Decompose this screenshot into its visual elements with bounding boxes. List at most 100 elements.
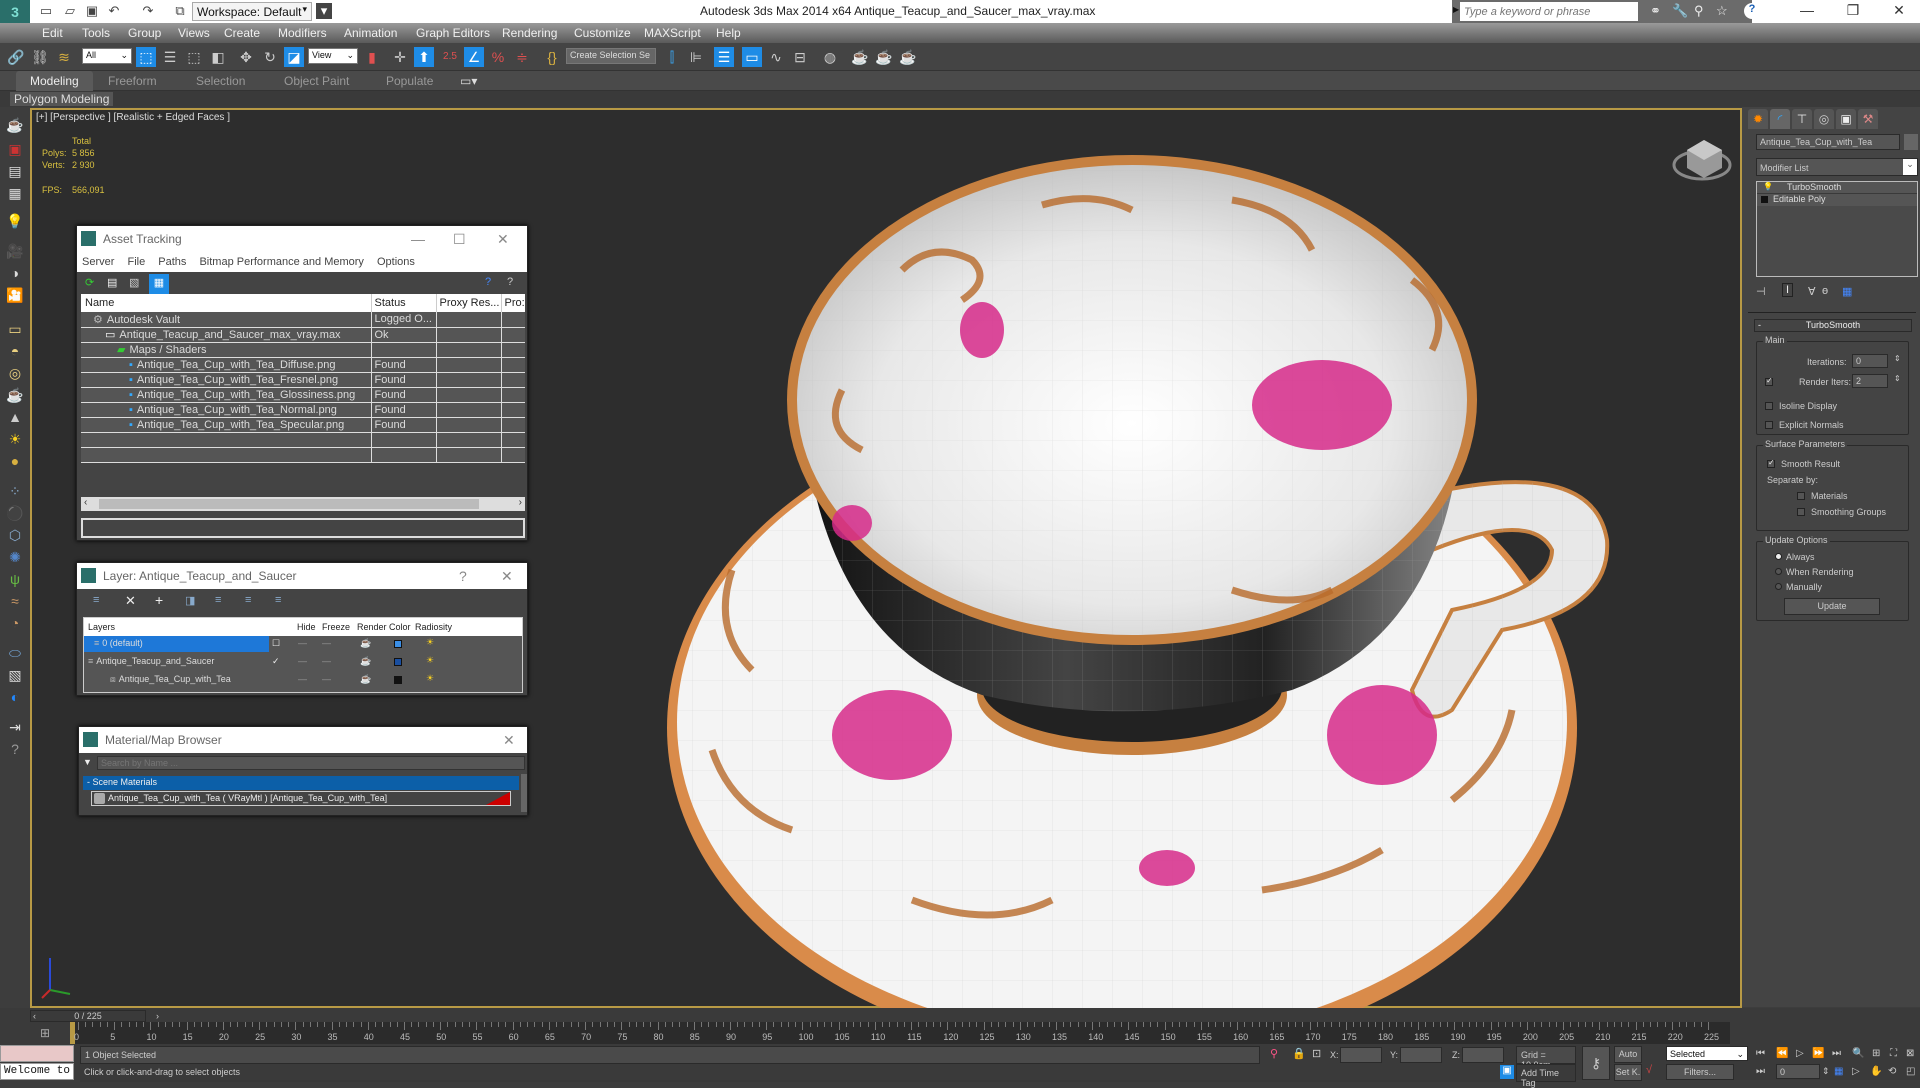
go-to-start-icon[interactable]: ⏮ xyxy=(1756,1048,1765,1059)
col-freeze[interactable]: Freeze xyxy=(322,622,350,632)
layer-color-swatch[interactable] xyxy=(394,676,402,684)
binoculars-icon[interactable]: ⚭ xyxy=(1650,3,1661,19)
scene-materials-group[interactable]: - Scene Materials xyxy=(83,776,519,790)
satellite-icon[interactable]: ⚲ xyxy=(1694,3,1704,19)
hide-toggle[interactable]: — xyxy=(298,638,307,648)
object-color-swatch[interactable] xyxy=(1904,134,1918,150)
motion-tab-icon[interactable]: ◎ xyxy=(1814,109,1834,129)
image-icon[interactable]: ▧ xyxy=(5,665,25,685)
ribbon-tab-populate[interactable]: Populate xyxy=(386,74,433,88)
rendered-frame-window-icon[interactable]: ☕ xyxy=(874,47,894,67)
hide-all-icon[interactable]: ≡ xyxy=(245,594,251,606)
make-unique-icon[interactable]: ∀ xyxy=(1808,285,1816,298)
time-ruler[interactable]: 0 5 10 15 20 25 30 35 40 45 50 55 60 65 70 75 80 85 90 95 10… xyxy=(70,1022,1730,1044)
radiosity-icon[interactable]: ☀ xyxy=(426,673,434,684)
thumbnail-view-icon[interactable]: ▧ xyxy=(129,276,139,289)
modifier-list-dropdown[interactable]: Modifier List ⌄ xyxy=(1756,158,1918,176)
selection-filter-dropdown[interactable]: All ⌄ xyxy=(82,48,132,64)
zoom-extents-icon[interactable]: ⛶ xyxy=(1890,1048,1897,1059)
radiosity-icon[interactable]: ☀ xyxy=(426,637,434,648)
iterations-input[interactable]: 0 xyxy=(1852,354,1888,368)
stack-item-editable-poly[interactable]: Editable Poly xyxy=(1757,194,1917,206)
align-icon[interactable]: ⊫ xyxy=(686,47,706,67)
video-camera-icon[interactable]: 🎦 xyxy=(5,285,25,305)
radiosity-icon[interactable]: ☀ xyxy=(426,655,434,666)
sphere-icon[interactable]: ● xyxy=(5,451,25,471)
edit-named-selection-icon[interactable]: {} xyxy=(542,47,562,67)
create-layer-icon[interactable]: ≡ xyxy=(93,594,99,606)
menu-modifiers[interactable]: Modifiers xyxy=(278,26,327,40)
asset-row[interactable]: ▪ Antique_Tea_Cup_with_Tea_Glossiness.png… xyxy=(81,387,525,402)
layer-titlebar[interactable]: Layer: Antique_Teacup_and_Saucer ? ✕ xyxy=(77,563,527,589)
material-browser-titlebar[interactable]: Material/Map Browser ✕ xyxy=(79,727,527,753)
list-view-icon[interactable]: ▤ xyxy=(107,276,117,289)
save-icon[interactable]: ▣ xyxy=(84,3,100,19)
layer-name-cell[interactable]: ⧈ Antique_Tea_Cup_with_Tea xyxy=(84,672,269,688)
close-button[interactable]: ✕ xyxy=(501,563,513,589)
render-iters-spinner[interactable]: ⇕ xyxy=(1894,374,1901,383)
export-icon[interactable]: ⇥ xyxy=(5,717,25,737)
teapot-small-icon[interactable]: ☕ xyxy=(5,385,25,405)
time-tag-icon[interactable]: ▣ xyxy=(1500,1065,1514,1079)
help-circle-icon[interactable]: ? xyxy=(5,739,25,759)
utilities-tab-icon[interactable]: ⚒ xyxy=(1858,109,1878,129)
render-teapot-icon[interactable]: ☕ xyxy=(360,674,371,685)
previous-key-icon[interactable]: ⏪ xyxy=(1776,1048,1788,1059)
table-icon[interactable]: ▦ xyxy=(5,183,25,203)
table-view-icon[interactable]: ▦ xyxy=(149,274,169,294)
time-slider[interactable]: ‹ 0 / 225 › xyxy=(30,1010,159,1022)
ribbon-tab-object-paint[interactable]: Object Paint xyxy=(284,74,349,88)
close-button[interactable]: ✕ xyxy=(497,226,509,252)
add-time-tag[interactable]: Add Time Tag xyxy=(1516,1064,1576,1088)
layer-color-swatch[interactable] xyxy=(394,640,402,648)
workspace-dropdown[interactable]: Workspace: Default ▾ xyxy=(192,2,312,21)
favorites-star-icon[interactable]: ☆ xyxy=(1716,3,1728,19)
project-folder-icon[interactable]: ⧉ xyxy=(172,3,188,19)
spinner-snap-icon[interactable]: ≑ xyxy=(512,47,532,67)
hierarchy-tab-icon[interactable]: ⊤ xyxy=(1792,109,1812,129)
minimize-button[interactable]: — xyxy=(411,226,425,252)
shell-icon[interactable]: ◔ xyxy=(5,613,25,633)
show-end-result-icon[interactable]: I xyxy=(1782,283,1794,297)
y-coordinate-input[interactable] xyxy=(1400,1047,1442,1063)
help-icon[interactable]: ? xyxy=(1744,3,1760,19)
expand-arrow-icon[interactable]: ▶ xyxy=(1453,5,1459,14)
freeze-toggle[interactable]: — xyxy=(322,674,331,684)
maxscript-listener-mini[interactable] xyxy=(0,1045,74,1062)
asset-row[interactable]: ▪ Antique_Tea_Cup_with_Tea_Normal.png Foun… xyxy=(81,402,525,417)
disc-icon[interactable]: ◎ xyxy=(5,363,25,383)
asset-row[interactable]: ▰ Maps / Shaders xyxy=(81,342,525,357)
bind-spacewarp-icon[interactable]: ≋ xyxy=(54,47,74,67)
radio-manually[interactable] xyxy=(1775,583,1782,590)
ribbon-tab-freeform[interactable]: Freeform xyxy=(108,74,157,88)
asset-row[interactable]: ▪ Antique_Tea_Cup_with_Tea_Fresnel.png Fou… xyxy=(81,372,525,387)
select-by-name-icon[interactable]: ☰ xyxy=(160,47,180,67)
refresh-icon[interactable]: ⟳ xyxy=(85,276,94,289)
display-tab-icon[interactable]: ▣ xyxy=(1836,109,1856,129)
layer-row[interactable]: ≡ Antique_Teacup_and_Saucer ✓ — — ☕ ☀ xyxy=(84,654,522,672)
maximize-viewport-icon[interactable]: ◰ xyxy=(1906,1066,1915,1077)
cloud-icon[interactable]: ✺ xyxy=(5,547,25,567)
minimize-button[interactable]: — xyxy=(1792,2,1822,18)
materials-checkbox[interactable] xyxy=(1797,492,1805,500)
teapot-icon[interactable]: ☕ xyxy=(5,115,25,135)
highlight-layer-icon[interactable]: ≡ xyxy=(215,594,221,606)
polygon-modeling-label[interactable]: Polygon Modeling xyxy=(10,92,114,106)
rectangular-selection-icon[interactable]: ⬚ xyxy=(184,47,204,67)
light-icon[interactable]: 💡 xyxy=(5,211,25,231)
play-icon[interactable]: ▷ xyxy=(1796,1048,1804,1059)
open-file-icon[interactable]: ▱ xyxy=(62,3,78,19)
maxscript-input[interactable]: Welcome to xyxy=(0,1063,74,1080)
smoothing-groups-checkbox[interactable] xyxy=(1797,508,1805,516)
undo-icon[interactable]: ↶ xyxy=(106,3,122,19)
new-file-icon[interactable]: ▭ xyxy=(38,3,54,19)
close-button[interactable]: ✕ xyxy=(1884,2,1914,19)
scroll-right-icon[interactable]: › xyxy=(519,497,522,508)
render-teapot-icon[interactable]: ☕ xyxy=(360,656,371,667)
col-color[interactable]: Color xyxy=(389,622,411,632)
path-field[interactable] xyxy=(81,518,525,538)
col-proxy-res[interactable]: Proxy Res... xyxy=(436,294,502,312)
isolate-selection-icon[interactable]: ⚲ xyxy=(1270,1047,1278,1060)
menu-views[interactable]: Views xyxy=(178,26,210,40)
create-tab-icon[interactable]: ✹ xyxy=(1748,109,1768,129)
